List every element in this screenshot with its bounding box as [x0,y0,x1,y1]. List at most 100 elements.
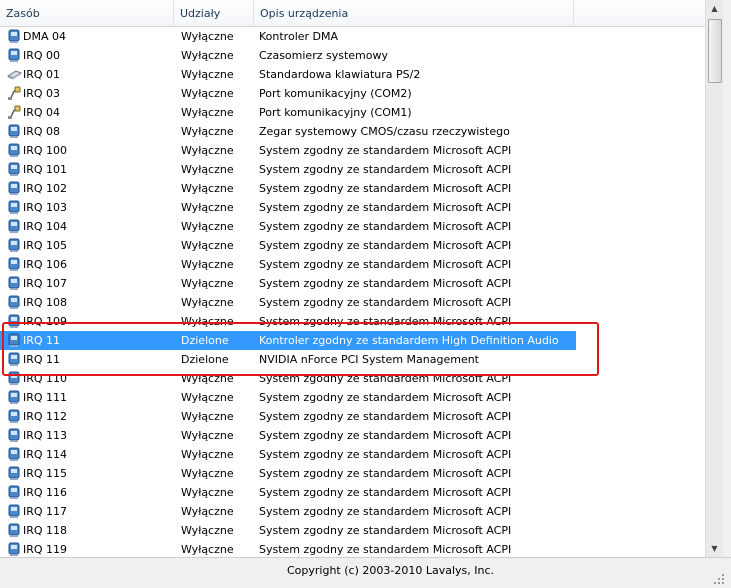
device-icon [7,352,22,367]
cell-description: System zgodny ze standardem Microsoft AC… [259,182,512,195]
device-icon [7,447,22,462]
cell-resource: IRQ 105 [23,239,68,252]
table-row[interactable]: IRQ 107 Wyłączne System zgodny ze standard… [0,274,705,293]
cell-description: System zgodny ze standardem Microsoft AC… [259,220,512,233]
cell-share: Wyłączne [181,68,234,81]
cell-resource: IRQ 04 [23,106,61,119]
cell-share: Wyłączne [181,220,234,233]
device-icon [7,542,22,557]
table-row[interactable]: IRQ 110 Wyłączne System zgodny ze standard… [0,369,705,388]
scrollbar-thumb[interactable] [708,19,722,83]
cell-resource: IRQ 102 [23,182,68,195]
cell-resource: IRQ 107 [23,277,68,290]
table-row[interactable]: IRQ 102 Wyłączne System zgodny ze standard… [0,179,705,198]
cell-description: System zgodny ze standardem Microsoft AC… [259,277,512,290]
cell-description: System zgodny ze standardem Microsoft AC… [259,144,512,157]
table-row[interactable]: IRQ 112 Wyłączne System zgodny ze standard… [0,407,705,426]
table-row[interactable]: IRQ 11 Dzielone Kontroler zgodny ze standa… [0,331,705,350]
cell-description: System zgodny ze standardem Microsoft AC… [259,505,512,518]
table-row[interactable]: IRQ 04 Wyłączne Port komunikacyjny (COM1) [0,103,705,122]
device-icon [7,409,22,424]
cell-resource: IRQ 00 [23,49,61,62]
cell-description: System zgodny ze standardem Microsoft AC… [259,410,512,423]
cell-resource: IRQ 112 [23,410,68,423]
cell-resource: IRQ 113 [23,429,68,442]
cell-share: Wyłączne [181,201,234,214]
cell-resource: IRQ 01 [23,68,61,81]
cell-share: Wyłączne [181,106,234,119]
table-row[interactable]: IRQ 113 Wyłączne System zgodny ze standard… [0,426,705,445]
cell-resource: IRQ 114 [23,448,68,461]
table-row[interactable]: DMA 04 Wyłączne Kontroler DMA [0,27,705,46]
cell-share: Wyłączne [181,258,234,271]
device-icon [7,295,22,310]
cell-description: System zgodny ze standardem Microsoft AC… [259,467,512,480]
cell-resource: IRQ 11 [23,353,61,366]
cell-description: Kontroler zgodny ze standardem High Defi… [259,334,559,347]
table-row[interactable]: IRQ 115 Wyłączne System zgodny ze standard… [0,464,705,483]
device-icon [7,219,22,234]
cell-share: Dzielone [181,353,229,366]
table-row[interactable]: IRQ 03 Wyłączne Port komunikacyjny (COM2) [0,84,705,103]
cell-resource: IRQ 115 [23,467,68,480]
cell-resource: IRQ 110 [23,372,68,385]
device-icon [7,257,22,272]
table-row[interactable]: IRQ 00 Wyłączne Czasomierz systemowy [0,46,705,65]
cell-resource: IRQ 106 [23,258,68,271]
column-header-shares[interactable]: Udziały [174,0,254,26]
table-row[interactable]: IRQ 104 Wyłączne System zgodny ze standard… [0,217,705,236]
cell-description: NVIDIA nForce PCI System Management [259,353,479,366]
resize-grip-icon[interactable] [713,573,725,585]
device-icon [7,485,22,500]
cell-share: Wyłączne [181,315,234,328]
list-header: Zasób Udziały Opis urządzenia [0,0,705,27]
table-row[interactable]: IRQ 117 Wyłączne System zgodny ze standard… [0,502,705,521]
cell-resource: IRQ 100 [23,144,68,157]
cell-share: Wyłączne [181,239,234,252]
table-row[interactable]: IRQ 101 Wyłączne System zgodny ze standard… [0,160,705,179]
cell-description: Port komunikacyjny (COM1) [259,106,412,119]
table-row[interactable]: IRQ 119 Wyłączne System zgodny ze standard… [0,540,705,557]
window-frame-edge [723,0,731,587]
table-row[interactable]: IRQ 118 Wyłączne System zgodny ze standard… [0,521,705,540]
cell-share: Dzielone [181,334,229,347]
cell-share: Wyłączne [181,163,234,176]
cell-share: Wyłączne [181,30,234,43]
table-row[interactable]: IRQ 08 Wyłączne Zegar systemowy CMOS/czasu… [0,122,705,141]
table-row[interactable]: IRQ 01 Wyłączne Standardowa klawiatura PS/… [0,65,705,84]
table-row[interactable]: IRQ 105 Wyłączne System zgodny ze standard… [0,236,705,255]
cell-resource: IRQ 117 [23,505,68,518]
table-row[interactable]: IRQ 111 Wyłączne System zgodny ze standard… [0,388,705,407]
vertical-scrollbar[interactable]: ▲ ▼ [705,0,723,557]
cell-share: Wyłączne [181,543,234,556]
cell-description: System zgodny ze standardem Microsoft AC… [259,296,512,309]
table-row[interactable]: IRQ 103 Wyłączne System zgodny ze standard… [0,198,705,217]
keyboard-icon [6,67,23,82]
cell-description: System zgodny ze standardem Microsoft AC… [259,524,512,537]
table-row[interactable]: IRQ 108 Wyłączne System zgodny ze standard… [0,293,705,312]
cell-share: Wyłączne [181,505,234,518]
cell-share: Wyłączne [181,524,234,537]
table-row[interactable]: IRQ 109 Wyłączne System zgodny ze standard… [0,312,705,331]
table-row[interactable]: IRQ 116 Wyłączne System zgodny ze standard… [0,483,705,502]
column-header-resource[interactable]: Zasób [0,0,174,26]
cell-description: System zgodny ze standardem Microsoft AC… [259,543,512,556]
cell-share: Wyłączne [181,144,234,157]
table-row[interactable]: IRQ 11 Dzielone NVIDIA nForce PCI System M… [0,350,705,369]
cell-share: Wyłączne [181,372,234,385]
cell-share: Wyłączne [181,87,234,100]
table-row[interactable]: IRQ 100 Wyłączne System zgodny ze standard… [0,141,705,160]
device-icon [7,143,22,158]
device-icon [7,48,22,63]
cell-resource: IRQ 119 [23,543,68,556]
table-row[interactable]: IRQ 106 Wyłączne System zgodny ze standard… [0,255,705,274]
scroll-down-arrow-icon[interactable]: ▼ [706,540,723,557]
column-header-description[interactable]: Opis urządzenia [254,0,574,26]
device-icon [7,124,22,139]
device-icon [7,504,22,519]
table-row[interactable]: IRQ 114 Wyłączne System zgodny ze standard… [0,445,705,464]
cell-description: System zgodny ze standardem Microsoft AC… [259,372,512,385]
scroll-up-arrow-icon[interactable]: ▲ [706,0,723,17]
cell-description: System zgodny ze standardem Microsoft AC… [259,258,512,271]
resource-list[interactable]: Zasób Udziały Opis urządzenia DMA 04 Wyłą… [0,0,731,557]
